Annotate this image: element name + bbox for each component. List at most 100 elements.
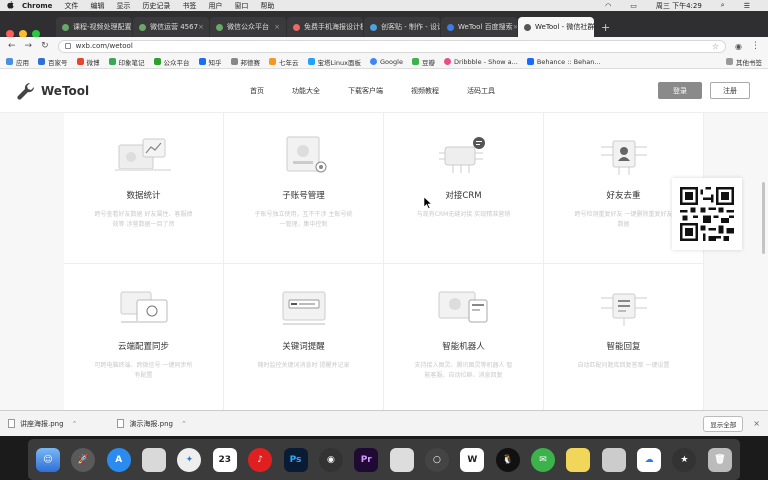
forward-icon[interactable]: → [25, 41, 33, 51]
tab-close-icon[interactable]: × [198, 23, 204, 31]
photoshop-icon[interactable]: Ps [283, 447, 308, 472]
site-header: WeTool 首页 功能大全 下载客户端 视频教程 活码工具 登录 注册 [0, 69, 768, 113]
battery-icon[interactable]: ▭ [630, 2, 637, 10]
browser-tab[interactable]: 微信运营 4567 × [133, 17, 209, 37]
wps-icon[interactable]: W [460, 447, 485, 472]
browser-tab[interactable]: 免费手机海报设计模板× [287, 17, 363, 37]
keynote-icon[interactable] [601, 447, 626, 472]
site-logo[interactable]: WeTool [16, 81, 89, 101]
presentation-icon[interactable] [389, 447, 414, 472]
tab-favicon-icon [62, 23, 69, 31]
bookmark-star-icon[interactable]: ☆ [712, 42, 719, 51]
nav-download[interactable]: 下载客户端 [348, 86, 383, 96]
tab-close-icon[interactable]: × [274, 23, 280, 31]
download-item[interactable]: 讲座海报.png ⌃ [8, 419, 77, 429]
cloud-sync-icon [120, 291, 167, 323]
download-item[interactable]: 演示海报.png ⌃ [117, 419, 187, 429]
trash-icon[interactable]: 🗑 [707, 447, 732, 472]
bookmark-item[interactable]: 微博 [76, 57, 100, 67]
screenrecorder-icon[interactable]: ○ [424, 447, 449, 472]
menu-help[interactable]: 帮助 [260, 1, 274, 11]
browser-tab[interactable]: 课程-视频处理配置× [56, 17, 132, 37]
apple-icon[interactable] [6, 0, 14, 11]
tab-close-icon[interactable]: × [513, 23, 517, 31]
page-info-icon[interactable] [64, 43, 71, 49]
tab-favicon-icon [139, 23, 146, 31]
nav-tutorials[interactable]: 视频教程 [411, 86, 439, 96]
menu-window[interactable]: 窗口 [234, 1, 248, 11]
feature-card[interactable]: 数据统计 跨号查看好友数据 好友属性、客服绩效等 涉营数据一目了然 [64, 113, 224, 264]
dedupe-friends-icon [600, 140, 647, 175]
downloads-bar: 讲座海报.png ⌃ 演示海报.png ⌃ 显示全部 × [0, 410, 768, 436]
browser-tab[interactable]: WeTool 百度搜索 × [441, 17, 517, 37]
bookmark-item[interactable]: 邦德赛 [230, 57, 260, 67]
bookmark-item[interactable]: Dribbble - Show a... [443, 58, 518, 66]
feature-card[interactable]: 关键词提醒 随时监控关键词消息时 提醒并记录 [224, 264, 384, 410]
feature-card[interactable]: 对接CRM 与现有CRM无缝对接 实现精准营销 [384, 113, 544, 264]
nav-home[interactable]: 首页 [250, 86, 264, 96]
bookmark-item[interactable]: 七年云 [269, 57, 299, 67]
menu-user[interactable]: 用户 [208, 1, 222, 11]
bookmark-item[interactable]: 知乎 [198, 57, 222, 67]
menu-dots-icon[interactable]: ⋮ [751, 41, 760, 51]
baidu-netdisk-icon[interactable]: ☁ [637, 447, 662, 472]
menu-view[interactable]: 显示 [116, 1, 130, 11]
notes-icon[interactable] [566, 447, 591, 472]
scrollbar[interactable] [762, 182, 765, 254]
launchpad-icon[interactable]: 🚀 [71, 447, 96, 472]
address-bar[interactable]: wxb.com/wetool ☆ [57, 39, 727, 53]
browser-tab[interactable]: 创客贴 - 制作 - 设计× [364, 17, 440, 37]
wifi-icon[interactable]: ◠ [605, 2, 611, 10]
feature-card[interactable]: 云端配置同步 可跨电脑终端、跨微信号 一键同步所有配置 [64, 264, 224, 410]
clock[interactable]: 周三 下午4:29 [656, 1, 702, 11]
file-icon [117, 419, 125, 428]
browser-tab-active[interactable]: WeTool - 微信社群管× [518, 17, 594, 37]
nav-livecode[interactable]: 活码工具 [467, 86, 495, 96]
wunderlist-icon[interactable]: ★ [672, 447, 697, 472]
menu-bookmarks[interactable]: 书签 [182, 1, 196, 11]
netease-music-icon[interactable]: ♪ [248, 447, 273, 472]
other-bookmarks[interactable]: 其他书签 [726, 57, 762, 67]
bookmark-item[interactable]: 豆瓣 [411, 57, 435, 67]
bookmark-item[interactable]: Behance :: Behan... [526, 58, 601, 66]
safari-icon[interactable]: ✦ [177, 447, 202, 472]
extension-icon[interactable]: ◉ [735, 42, 742, 51]
menu-file[interactable]: 文件 [64, 1, 78, 11]
bookmark-item[interactable]: 百家号 [38, 57, 68, 67]
bookmark-item[interactable]: 印象笔记 [108, 57, 145, 67]
chevron-down-icon[interactable]: ⌃ [72, 420, 78, 428]
notification-icon[interactable]: ☰ [744, 2, 750, 10]
qr-code-icon [680, 187, 734, 241]
menu-app-name[interactable]: Chrome [22, 2, 52, 10]
bookmark-item[interactable]: 公众平台 [153, 57, 190, 67]
feature-card[interactable]: 智能回复 自动匹配问题库回复答案 一键设置 [544, 264, 704, 410]
premiere-icon[interactable]: Pr [354, 447, 379, 472]
show-all-downloads-button[interactable]: 显示全部 [703, 415, 744, 432]
bookmark-item[interactable]: 宝塔Linux面板 [307, 57, 361, 67]
bookmark-item[interactable]: Google [370, 58, 403, 66]
spotlight-icon[interactable]: ⌕ [721, 1, 725, 10]
browser-tab[interactable]: 微信公众平台 × [210, 17, 286, 37]
register-button[interactable]: 注册 [710, 82, 750, 99]
nav-features[interactable]: 功能大全 [292, 86, 320, 96]
camera-icon[interactable]: ◉ [318, 447, 343, 472]
feature-card[interactable]: 智能机器人 支持接入图灵、腾讯图灵等机器人 智能客服、自动拉群、消息回复 [384, 264, 544, 410]
back-icon[interactable]: ← [8, 41, 16, 51]
preview-icon[interactable] [142, 447, 167, 472]
appstore-icon[interactable]: A [106, 447, 131, 472]
finder-icon[interactable]: ☺ [36, 447, 60, 472]
login-button[interactable]: 登录 [658, 82, 702, 99]
wechat-icon[interactable]: ✉ [531, 447, 556, 472]
menu-history[interactable]: 历史记录 [142, 1, 170, 11]
feature-card[interactable]: 子账号管理 子账号独立使用，互不干涉 主账号统一管理，集中控制 [224, 113, 384, 264]
bookmark-item[interactable]: 应用 [6, 57, 29, 67]
close-icon[interactable]: × [753, 419, 760, 428]
reload-icon[interactable]: ↻ [41, 41, 49, 51]
new-tab-button[interactable]: + [601, 17, 610, 37]
sub-account-icon [286, 136, 326, 173]
calendar-icon[interactable]: 23 [212, 447, 237, 472]
menu-edit[interactable]: 编辑 [90, 1, 104, 11]
chevron-down-icon[interactable]: ⌃ [181, 420, 187, 428]
qq-icon[interactable]: 🐧 [495, 447, 520, 472]
tab-favicon-icon [216, 23, 223, 31]
